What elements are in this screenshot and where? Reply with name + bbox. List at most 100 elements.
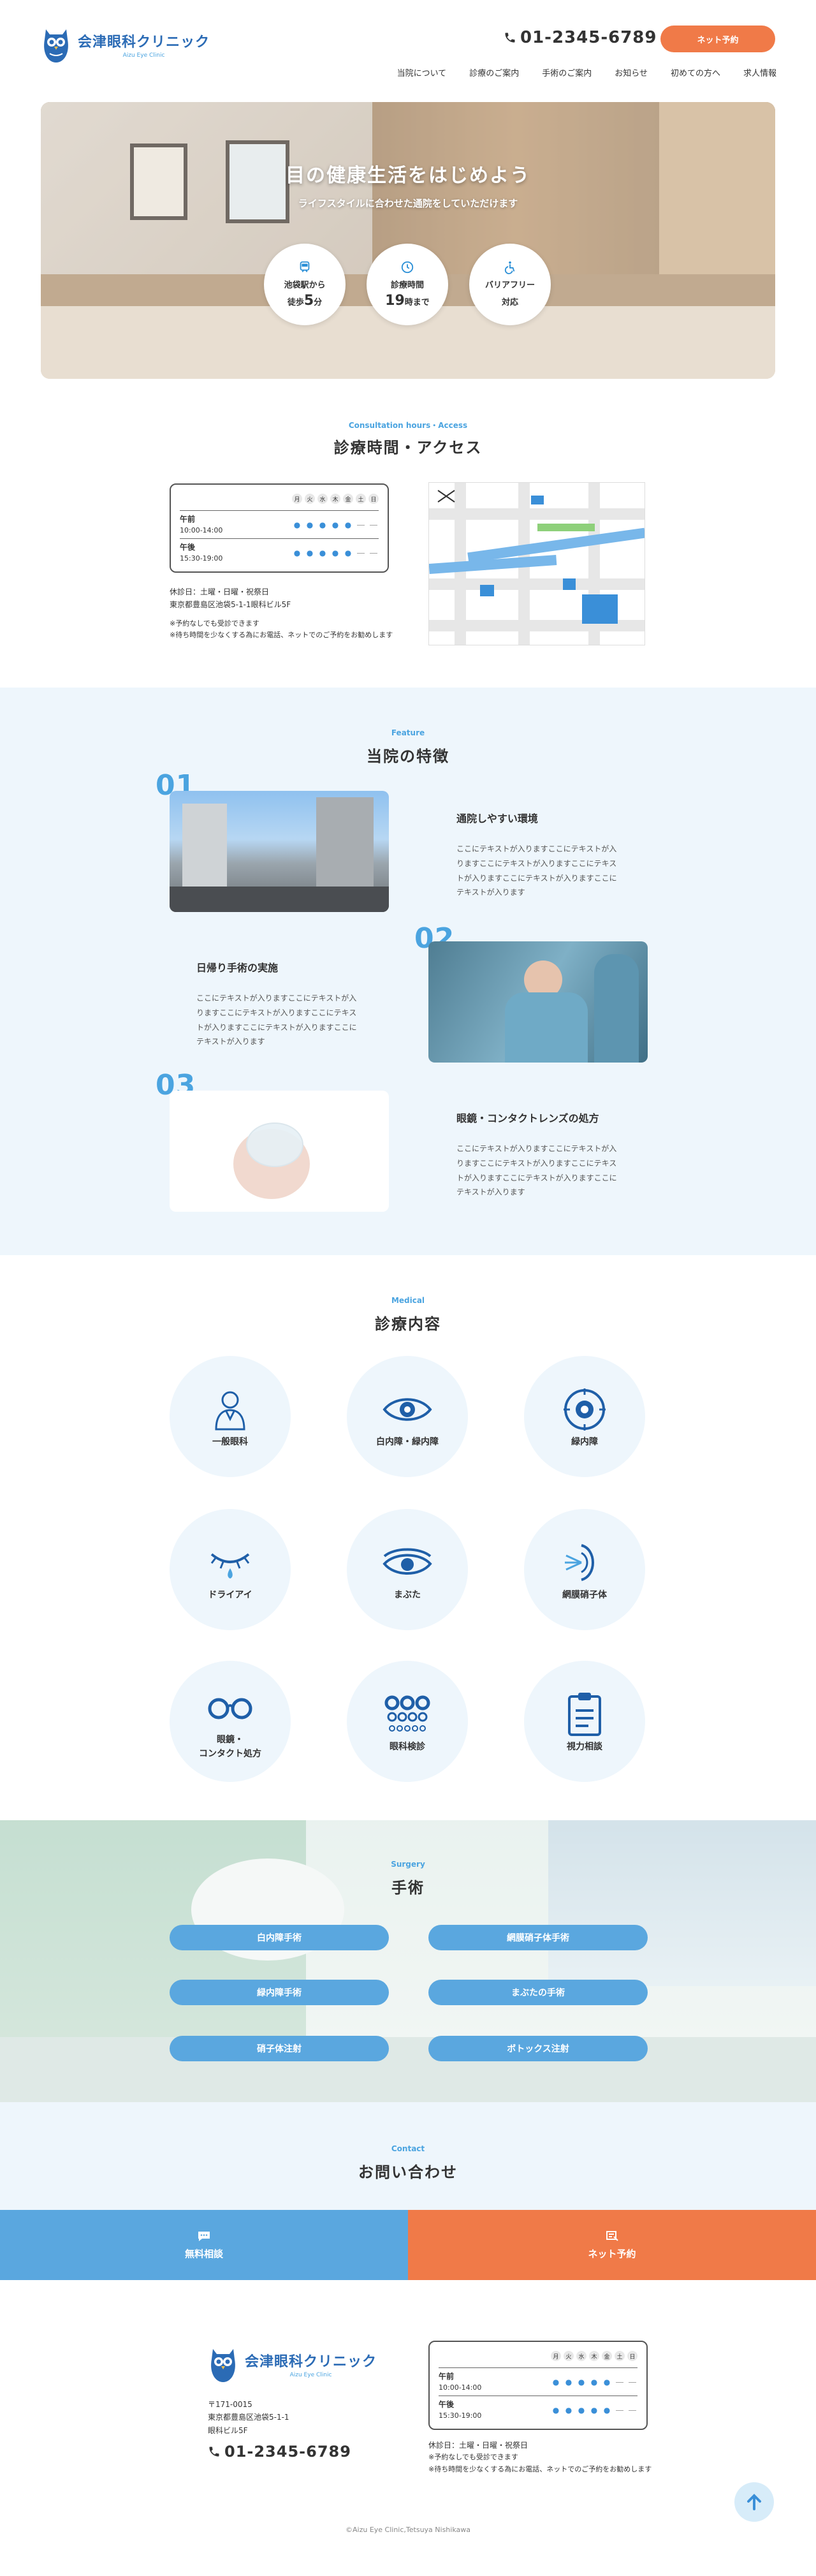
surgery-section-title: 手術 (391, 1879, 425, 1897)
clipboard-icon (568, 1692, 601, 1736)
net-reserve-button[interactable]: ネット予約 (660, 26, 775, 52)
clock-icon (401, 261, 414, 274)
phone-icon (209, 2447, 219, 2457)
nav-about[interactable]: 当院について (397, 66, 447, 78)
access-section-en: Consultation hours・Access (348, 421, 468, 430)
eyeball-icon (564, 1388, 606, 1431)
day-label: 日 (368, 494, 379, 504)
tear-eye-icon (210, 1553, 250, 1579)
logo-sub: Aizu Eye Clinic (289, 2372, 332, 2378)
wheelchair-icon (504, 261, 515, 274)
hero-banner: 目の健康生活をはじめよう ライフスタイルに合わせた通院をしていただけます 池袋駅… (41, 102, 775, 379)
owl-logo-icon (211, 2349, 235, 2382)
medical-section-title: 診療内容 (375, 1315, 441, 1333)
feature-text: ここにテキストが入りますここにテキストが入りますここにテキストが入りますここにテ… (456, 1144, 617, 1197)
feature-text: ここにテキストが入りますここにテキストが入りますここにテキストが入りますここにテ… (456, 844, 617, 897)
footer-tel[interactable]: 01-2345-6789 (208, 2443, 351, 2461)
day-label: 日 (627, 2351, 638, 2361)
net-reserve-contact-button[interactable]: ネット予約 (408, 2210, 816, 2280)
day-label: 土 (615, 2351, 625, 2361)
owl-logo-icon (44, 29, 68, 63)
badge-barrier-free: バリアフリー 対応 (469, 244, 551, 325)
day-label: 木 (330, 494, 340, 504)
access-map[interactable] (428, 482, 645, 645)
day-label: 月 (292, 494, 302, 504)
medical-item-glaucoma[interactable]: 緑内障 (524, 1356, 645, 1477)
eye-icon (382, 1398, 432, 1421)
schedule-row: 午後 15:30-19:00 ● ● ● ● ● ― ― (439, 2396, 638, 2424)
surgery-cataract-button[interactable]: 白内障手術 (170, 1925, 389, 1950)
surgery-glaucoma-button[interactable]: 緑内障手術 (170, 1980, 389, 2005)
feature-text: ここにテキストが入りますここにテキストが入りますここにテキストが入りますここにテ… (196, 994, 357, 1047)
schedule-row: 午後 15:30-19:00 ● ● ● ● ● ― ― (180, 538, 379, 566)
global-nav: 当院について 診療のご案内 手術のご案内 お知らせ 初めての方へ 求人情報 (397, 66, 776, 78)
copyright: ©Aizu Eye Clinic,Tetsuya Nishikawa (346, 2526, 470, 2534)
glasses-icon (208, 1698, 252, 1719)
feature-image-contact-lens (170, 1091, 389, 1212)
free-consultation-button[interactable]: 無料相談 (0, 2210, 408, 2280)
contact-section-en: Contact (391, 2144, 425, 2153)
schedule-row: 午前 10:00-14:00 ● ● ● ● ● ― ― (439, 2367, 638, 2396)
nav-surgery[interactable]: 手術のご案内 (542, 66, 592, 78)
badge-hours: 診療時間 19時まで (367, 244, 448, 325)
day-label: 月 (551, 2351, 561, 2361)
medical-item-vision[interactable]: 視力相談 (524, 1661, 645, 1782)
header-tel[interactable]: 01-2345-6789 (504, 28, 657, 47)
footer-logo[interactable]: 会津眼科クリニック Aizu Eye Clinic (208, 2342, 377, 2387)
medical-item-checkup[interactable]: 眼科検診 (347, 1661, 468, 1782)
logo-name: 会津眼科クリニック (245, 2354, 377, 2370)
badge-station: 池袋駅から 徒歩5分 (264, 244, 346, 325)
features-section-title: 当院の特徴 (367, 747, 449, 765)
feature-title: 日帰り手術の実施 (196, 962, 279, 974)
surgery-botox-button[interactable]: ボトックス注射 (428, 2036, 648, 2061)
day-label: 火 (305, 494, 315, 504)
medical-item-glasses[interactable]: 眼鏡・ コンタクト処方 (170, 1661, 291, 1782)
nav-recruit[interactable]: 求人情報 (743, 66, 776, 78)
eyelid-icon (382, 1548, 432, 1575)
medical-item-cataract[interactable]: 白内障・緑内障 (347, 1356, 468, 1477)
hero-title: 目の健康生活をはじめよう (286, 165, 530, 187)
feature-title: 眼鏡・コンタクトレンズの処方 (456, 1112, 599, 1124)
nav-news[interactable]: お知らせ (615, 66, 648, 78)
footer-clinic-info: 休診日：土曜・日曜・祝祭日 ※予約なしでも受診できます ※待ち時間を少なくする為… (428, 2441, 652, 2474)
surgery-section-en: Surgery (391, 1860, 425, 1869)
reserve-icon (606, 2230, 618, 2241)
features-section (0, 688, 816, 1255)
feature-image-city (170, 791, 389, 912)
surgery-eyelid-button[interactable]: まぶたの手術 (428, 1980, 648, 2005)
clinic-info: 休診日：土曜・日曜・祝祭日 東京都豊島区池袋5-1-1眼科ビル5F ※予約なしで… (170, 587, 393, 640)
footer-schedule-table: 月 火 水 木 金 土 日 午前 10:00-14:00 ● ● ● ● ● ― ― 午後 15… (428, 2341, 648, 2430)
nav-first-visit[interactable]: 初めての方へ (671, 66, 720, 78)
surgery-retina-button[interactable]: 網膜硝子体手術 (428, 1925, 648, 1950)
day-label: 金 (602, 2351, 612, 2361)
medical-item-eyelid[interactable]: まぶた (347, 1509, 468, 1630)
access-section-title: 診療時間・アクセス (333, 439, 483, 457)
features-section-en: Feature (391, 728, 425, 737)
logo-sub: Aizu Eye Clinic (122, 52, 165, 59)
vitreous-icon (565, 1543, 594, 1581)
compass-icon (437, 490, 455, 503)
medical-item-general[interactable]: 一般眼科 (170, 1356, 291, 1477)
feature-image-surgery (428, 941, 648, 1063)
nav-medical[interactable]: 診療のご案内 (469, 66, 519, 78)
phone-icon (505, 33, 515, 43)
medical-item-retina[interactable]: 網膜硝子体 (524, 1509, 645, 1630)
footer-address: 〒171-0015 東京都豊島区池袋5-1-1 眼科ビル5F (208, 2400, 289, 2435)
day-label: 木 (589, 2351, 599, 2361)
schedule-table: 月 火 水 木 金 土 日 午前 10:00-14:00 ● ● ● ● ● ― ― 午後 15… (170, 483, 389, 573)
site-logo[interactable]: 会津眼科クリニック Aizu Eye Clinic (41, 26, 210, 64)
logo-name: 会津眼科クリニック (78, 34, 210, 50)
day-label: 水 (317, 494, 328, 504)
site-header: 会津眼科クリニック Aizu Eye Clinic 01-2345-6789 ネ… (0, 0, 816, 102)
day-label: 火 (564, 2351, 574, 2361)
schedule-row: 午前 10:00-14:00 ● ● ● ● ● ― ― (180, 510, 379, 538)
medical-item-dry-eye[interactable]: ドライアイ (170, 1509, 291, 1630)
feature-title: 通院しやすい環境 (456, 813, 538, 825)
contact-section (0, 2102, 816, 2211)
hero-subtitle: ライフスタイルに合わせた通院をしていただけます (298, 198, 518, 209)
back-to-top-button[interactable] (734, 2482, 774, 2522)
day-label: 水 (576, 2351, 586, 2361)
medical-section-en: Medical (391, 1296, 425, 1305)
surgery-injection-button[interactable]: 硝子体注射 (170, 2036, 389, 2061)
train-icon (300, 261, 310, 272)
